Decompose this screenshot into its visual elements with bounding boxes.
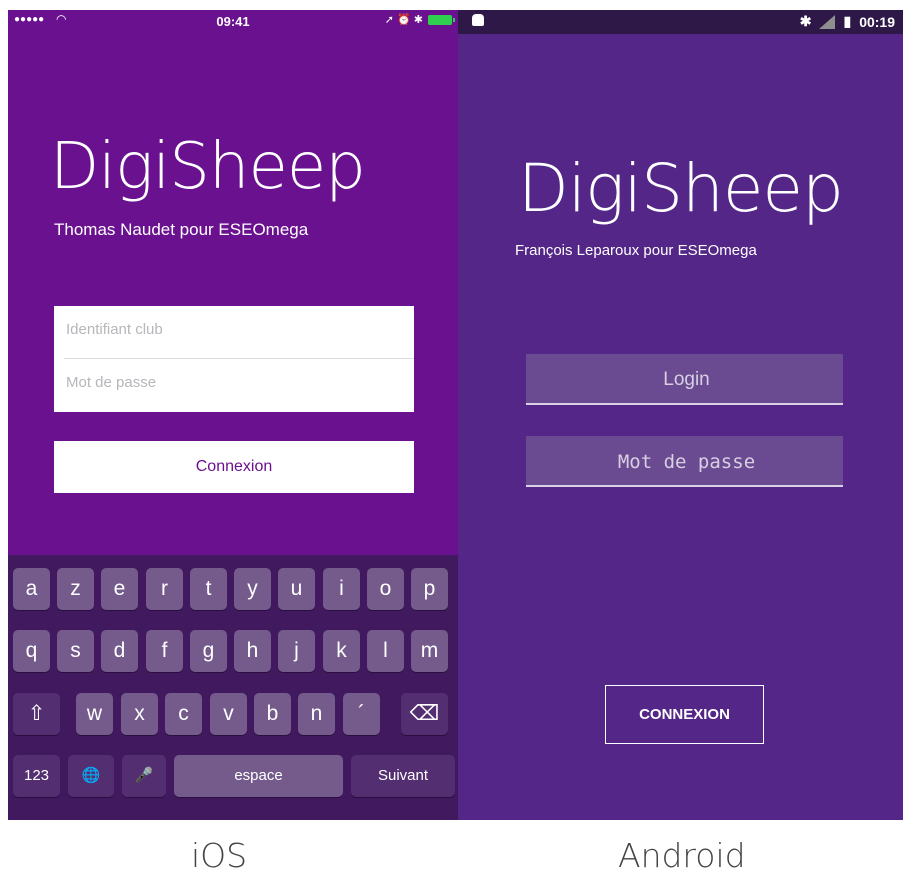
- password-field: [526, 436, 847, 487]
- ios-caption: iOS: [191, 836, 248, 875]
- battery-icon: ▮: [843, 13, 852, 29]
- key-accent[interactable]: ´: [343, 693, 380, 735]
- keyboard-row-4: 123 🌐 🎤 espace Suivant: [8, 755, 458, 797]
- key-n[interactable]: n: [298, 693, 335, 735]
- key-k[interactable]: k: [323, 630, 360, 672]
- key-d[interactable]: d: [101, 630, 138, 672]
- android-screen: ✱ ▮ 00:19 DigiSheep François Leparoux po…: [458, 10, 903, 820]
- location-alarm-bluetooth-icons: ➚ ⏰ ✱: [384, 14, 423, 26]
- key-l[interactable]: l: [367, 630, 404, 672]
- ios-status-bar: ●●●●● ◠ 09:41 ➚ ⏰ ✱: [8, 10, 458, 34]
- status-icons: ➚ ⏰ ✱: [384, 13, 455, 26]
- app-subtitle: François Leparoux pour ESEOmega: [515, 242, 757, 259]
- key-s[interactable]: s: [57, 630, 94, 672]
- next-key[interactable]: Suivant: [351, 755, 455, 797]
- key-e[interactable]: e: [101, 568, 138, 610]
- signal-icon: [819, 14, 836, 29]
- android-robot-icon: [472, 14, 484, 26]
- android-status-bar: ✱ ▮ 00:19: [458, 10, 903, 34]
- bluetooth-icon: ✱: [799, 13, 812, 29]
- password-input[interactable]: [526, 436, 847, 487]
- key-v[interactable]: v: [210, 693, 247, 735]
- username-row: [54, 306, 414, 358]
- app-title: DigiSheep: [518, 150, 844, 227]
- app-subtitle: Thomas Naudet pour ESEOmega: [54, 220, 309, 239]
- space-key[interactable]: espace: [174, 755, 343, 797]
- key-t[interactable]: t: [190, 568, 227, 610]
- key-i[interactable]: i: [323, 568, 360, 610]
- key-q[interactable]: q: [13, 630, 50, 672]
- connexion-button[interactable]: Connexion: [54, 441, 414, 493]
- keyboard-row-3: ⇧ w x c v b n ´ ⌫: [8, 693, 458, 735]
- battery-icon: [428, 14, 455, 25]
- key-o[interactable]: o: [367, 568, 404, 610]
- key-c[interactable]: c: [165, 693, 202, 735]
- key-p[interactable]: p: [411, 568, 448, 610]
- key-y[interactable]: y: [234, 568, 271, 610]
- key-x[interactable]: x: [121, 693, 158, 735]
- numbers-key[interactable]: 123: [13, 755, 60, 797]
- keyboard-row-1: a z e r t y u i o p: [8, 568, 458, 610]
- key-a[interactable]: a: [13, 568, 50, 610]
- key-z[interactable]: z: [57, 568, 94, 610]
- login-field: [526, 354, 847, 405]
- password-row: [54, 359, 414, 411]
- status-icons: ✱ ▮ 00:19: [800, 13, 895, 30]
- login-form: [54, 306, 414, 412]
- keyboard-row-2: q s d f g h j k l m: [8, 630, 458, 672]
- ios-screen: ●●●●● ◠ 09:41 ➚ ⏰ ✱ DigiSheep Thomas Nau…: [8, 10, 458, 820]
- status-time: 00:19: [859, 13, 895, 30]
- microphone-icon[interactable]: 🎤: [122, 755, 166, 797]
- key-w[interactable]: w: [76, 693, 113, 735]
- club-id-input[interactable]: [64, 320, 408, 339]
- connexion-button[interactable]: CONNEXION: [605, 685, 764, 744]
- ios-keyboard: a z e r t y u i o p q s d f g h j k l m …: [8, 555, 458, 820]
- key-g[interactable]: g: [190, 630, 227, 672]
- password-input[interactable]: [64, 373, 408, 392]
- key-j[interactable]: j: [278, 630, 315, 672]
- shift-key[interactable]: ⇧: [13, 693, 60, 735]
- backspace-key[interactable]: ⌫: [401, 693, 448, 735]
- login-input[interactable]: [526, 354, 847, 405]
- key-m[interactable]: m: [411, 630, 448, 672]
- key-r[interactable]: r: [146, 568, 183, 610]
- android-caption: Android: [618, 836, 746, 875]
- key-f[interactable]: f: [146, 630, 183, 672]
- key-u[interactable]: u: [278, 568, 315, 610]
- key-b[interactable]: b: [254, 693, 291, 735]
- key-h[interactable]: h: [234, 630, 271, 672]
- globe-icon[interactable]: 🌐: [68, 755, 114, 797]
- app-title: DigiSheep: [50, 130, 366, 204]
